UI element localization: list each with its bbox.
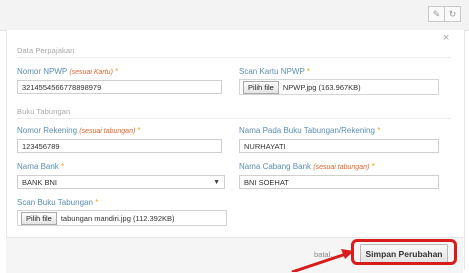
arrow-shaft xyxy=(291,252,347,272)
annotation-arrow xyxy=(291,249,354,272)
